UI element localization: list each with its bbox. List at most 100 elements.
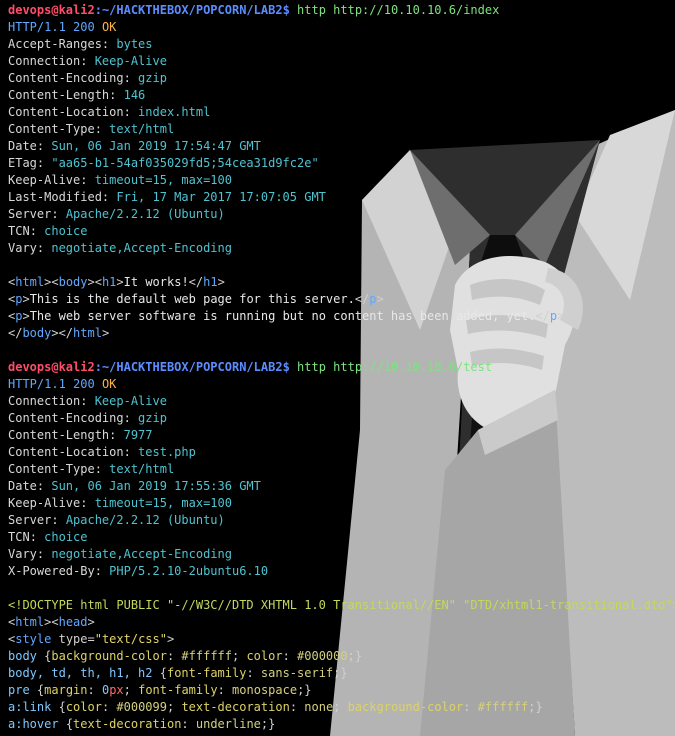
header-line: ETag: "aa65-b1-54af035029fd5;54cea31d9fc…	[8, 156, 319, 170]
header-line: TCN: choice	[8, 530, 88, 544]
header-value: timeout=15, max=100	[94, 496, 232, 510]
header-key: Content-Location	[8, 445, 124, 459]
header-key: Keep-Alive	[8, 173, 81, 187]
header-line: Content-Encoding: gzip	[8, 411, 167, 425]
css-value: monospace	[232, 683, 298, 697]
header-key: Last-Modified	[8, 190, 102, 204]
css-rule: pre {margin: 0px; font-family: monospace…	[8, 683, 312, 697]
doctype-line: <!DOCTYPE html PUBLIC "-//W3C//DTD XHTML…	[8, 598, 675, 612]
css-value: #000000	[297, 649, 348, 663]
prompt-symbol: $	[282, 3, 290, 17]
header-line: Date: Sun, 06 Jan 2019 17:54:47 GMT	[8, 139, 261, 153]
header-key: Content-Length	[8, 88, 110, 102]
header-key: Connection	[8, 394, 81, 408]
css-property: color	[246, 649, 283, 663]
header-value: Keep-Alive	[94, 394, 167, 408]
header-value: 146	[123, 88, 146, 102]
command-text: http http://10.10.10.6/test	[297, 360, 493, 374]
h1-close-tag: h1	[203, 275, 218, 289]
status-code: 200	[73, 377, 95, 391]
header-key: TCN	[8, 530, 30, 544]
header-value: Sun, 06 Jan 2019 17:54:47 GMT	[51, 139, 261, 153]
header-value: Sun, 06 Jan 2019 17:55:36 GMT	[51, 479, 261, 493]
header-key: X-Powered-By	[8, 564, 95, 578]
css-value: underline	[195, 717, 261, 731]
prompt-user: devops@kali2	[8, 360, 95, 374]
header-key: Content-Length	[8, 428, 110, 442]
status-text: OK	[101, 377, 117, 391]
header-value: text/html	[109, 122, 175, 136]
header-key: Date	[8, 479, 37, 493]
style-attr-value: "text/css"	[94, 632, 167, 646]
css-rule: a:link {color: #000099; text-decoration:…	[8, 700, 543, 714]
header-line: Content-Location: index.html	[8, 105, 211, 119]
prompt-line: devops@kali2:~/HACKTHEBOX/POPCORN/LAB2$ …	[8, 359, 671, 376]
response-headers: Accept-Ranges: bytes Connection: Keep-Ali…	[8, 36, 671, 257]
header-key: ETag	[8, 156, 37, 170]
css-property: font-family	[166, 666, 247, 680]
css-value: #000099	[116, 700, 167, 714]
header-line: Content-Type: text/html	[8, 122, 175, 136]
header-line: Content-Type: text/html	[8, 462, 175, 476]
css-property: background-color	[51, 649, 167, 663]
css-value: sans-serif	[260, 666, 334, 680]
command-text: http http://10.10.10.6/index	[297, 3, 500, 17]
header-key: Content-Type	[8, 122, 95, 136]
style-tag-line: <style type="text/css">	[8, 632, 175, 646]
header-value: gzip	[138, 411, 167, 425]
css-value: none	[304, 700, 334, 714]
header-value: 7977	[123, 428, 153, 442]
header-value: choice	[44, 530, 88, 544]
header-value: negotiate,Accept-Encoding	[51, 547, 232, 561]
css-rule: body, td, th, h1, h2 {font-family: sans-…	[8, 666, 348, 680]
status-line: HTTP/1.1 200 OK	[8, 19, 671, 36]
header-line: Server: Apache/2.2.12 (Ubuntu)	[8, 207, 225, 221]
header-line: Vary: negotiate,Accept-Encoding	[8, 547, 232, 561]
css-selector: a:link	[8, 700, 52, 714]
prompt-symbol: $	[282, 360, 290, 374]
header-value: index.html	[138, 105, 211, 119]
header-value: Apache/2.2.12 (Ubuntu)	[65, 513, 225, 527]
header-line: Keep-Alive: timeout=15, max=100	[8, 173, 232, 187]
h1-tag: h1	[101, 275, 117, 289]
css-rule: body {background-color: #ffffff; color: …	[8, 649, 363, 663]
header-key: Content-Encoding	[8, 71, 124, 85]
protocol: HTTP/1.1	[8, 377, 66, 391]
css-property: color	[65, 700, 102, 714]
head-tag: head	[58, 615, 88, 629]
header-value: Fri, 17 Mar 2017 17:07:05 GMT	[116, 190, 326, 204]
style-tag: style	[15, 632, 52, 646]
paragraph-text: This is the default web page for this se…	[29, 292, 355, 306]
header-key: TCN	[8, 224, 30, 238]
css-property: margin	[44, 683, 88, 697]
header-key: Vary	[8, 241, 37, 255]
response-headers: Connection: Keep-Alive Content-Encoding: …	[8, 393, 671, 580]
css-property: text-decoration	[181, 700, 290, 714]
header-line: Server: Apache/2.2.12 (Ubuntu)	[8, 513, 225, 527]
prompt-sep: :	[94, 3, 102, 17]
header-key: Accept-Ranges	[8, 37, 102, 51]
css-value: #ffffff	[477, 700, 529, 714]
css-rule: a:hover {text-decoration: underline;}	[8, 717, 276, 731]
header-line: Content-Location: test.php	[8, 445, 196, 459]
html-head-line: <html><head>	[8, 615, 95, 629]
header-line: Accept-Ranges: bytes	[8, 37, 153, 51]
header-line: Keep-Alive: timeout=15, max=100	[8, 496, 232, 510]
header-line: Content-Encoding: gzip	[8, 71, 167, 85]
css-selector: pre	[8, 683, 30, 697]
prompt-line: devops@kali2:~/HACKTHEBOX/POPCORN/LAB2$ …	[8, 2, 671, 19]
header-value: choice	[44, 224, 88, 238]
css-selector: body	[8, 649, 37, 663]
header-value: PHP/5.2.10-2ubuntu6.10	[109, 564, 269, 578]
header-line: Connection: Keep-Alive	[8, 394, 167, 408]
terminal-window[interactable]: devops@kali2:~/HACKTHEBOX/POPCORN/LAB2$ …	[0, 0, 675, 736]
css-selector: a:hover	[8, 717, 59, 731]
header-key: Content-Encoding	[8, 411, 124, 425]
header-key: Server	[8, 207, 52, 221]
header-key: Server	[8, 513, 52, 527]
status-line: HTTP/1.1 200 OK	[8, 376, 671, 393]
html-close-tag: html	[73, 326, 102, 340]
header-line: Vary: negotiate,Accept-Encoding	[8, 241, 232, 255]
